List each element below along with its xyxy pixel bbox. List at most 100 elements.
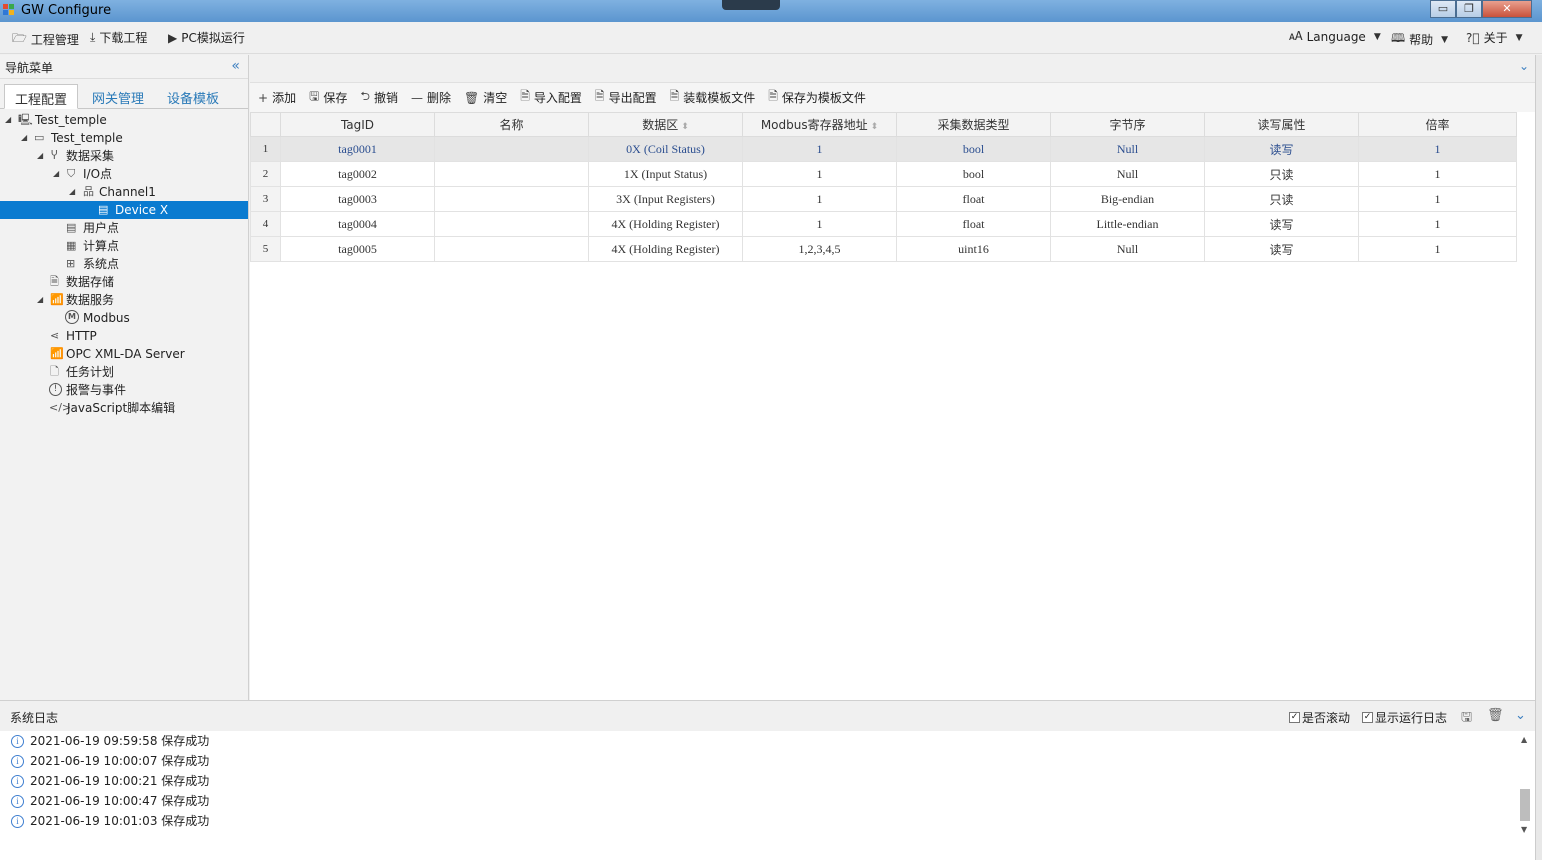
cell-tagid[interactable]: tag0001 <box>280 136 435 162</box>
cell-data-type[interactable]: float <box>896 186 1051 212</box>
tree-item-alarms[interactable]: ! 报警与事件 <box>0 381 248 399</box>
table-row[interactable]: 3 tag0003 3X (Input Registers) 1 float B… <box>250 186 1517 212</box>
close-button[interactable]: ✕ <box>1482 0 1532 18</box>
cell-tagid[interactable]: tag0003 <box>280 186 435 212</box>
col-header-modbus-address[interactable]: Modbus寄存器地址 ⬍ <box>742 112 897 137</box>
cell-multiplier[interactable]: 1 <box>1358 236 1517 262</box>
undo-button[interactable]: ⮌ 撤销 <box>360 87 398 108</box>
tree-item-project-root[interactable]: ◢ 🖳 Test_temple <box>0 111 248 129</box>
window-scrollbar[interactable] <box>1535 55 1542 860</box>
cell-name[interactable] <box>434 211 589 237</box>
tree-item-modbus[interactable]: M Modbus <box>0 309 248 327</box>
expand-arrow-icon[interactable]: ◢ <box>53 165 59 183</box>
menu-download[interactable]: ⤓ 下载工程 <box>90 29 147 46</box>
cell-tagid[interactable]: tag0005 <box>280 236 435 262</box>
scroll-thumb[interactable] <box>1520 789 1530 821</box>
table-row[interactable]: 1 tag0001 0X (Coil Status) 1 bool Null 读… <box>250 136 1517 162</box>
cell-access[interactable]: 读写 <box>1204 236 1359 262</box>
cell-data-type[interactable]: uint16 <box>896 236 1051 262</box>
cell-modbus-address[interactable]: 1 <box>742 211 897 237</box>
tree-item-gateway[interactable]: ◢ ▭ Test_temple <box>0 129 248 147</box>
collapse-down-icon[interactable]: ⌄ <box>1515 708 1526 723</box>
tree-item-data-storage[interactable]: 🗎 数据存储 <box>0 273 248 291</box>
add-button[interactable]: + 添加 <box>258 89 296 106</box>
tree-item-channel1[interactable]: ◢ 品 Channel1 <box>0 183 248 201</box>
cell-access[interactable]: 只读 <box>1204 161 1359 187</box>
expand-arrow-icon[interactable]: ◢ <box>37 147 43 165</box>
scroll-up-icon[interactable]: ▲ <box>1521 735 1527 744</box>
cell-data-area[interactable]: 4X (Holding Register) <box>588 236 743 262</box>
cell-data-type[interactable]: bool <box>896 161 1051 187</box>
tree-item-task-schedule[interactable]: 🗋 任务计划 <box>0 363 248 381</box>
tree-item-http[interactable]: ⋖ HTTP <box>0 327 248 345</box>
load-template-button[interactable]: 🗎 装载模板文件 <box>670 87 756 108</box>
sort-icon[interactable]: ⬍ <box>871 122 879 132</box>
collapse-left-icon[interactable]: « <box>231 58 240 74</box>
import-config-button[interactable]: 🗎 导入配置 <box>520 87 582 108</box>
menu-help[interactable]: 🕮 帮助 ▼ <box>1391 29 1448 50</box>
expand-arrow-icon[interactable]: ◢ <box>37 291 43 309</box>
col-header-tagid[interactable]: TagID <box>280 112 435 137</box>
tree-item-calc-points[interactable]: ▦ 计算点 <box>0 237 248 255</box>
cell-byte-order[interactable]: Little-endian <box>1050 211 1205 237</box>
cell-byte-order[interactable]: Big-endian <box>1050 186 1205 212</box>
col-header-data-area[interactable]: 数据区 ⬍ <box>588 112 743 137</box>
cell-access[interactable]: 读写 <box>1204 211 1359 237</box>
tab-gateway-management[interactable]: 网关管理 <box>82 84 154 109</box>
cell-data-area[interactable]: 1X (Input Status) <box>588 161 743 187</box>
cell-byte-order[interactable]: Null <box>1050 136 1205 162</box>
delete-button[interactable]: — 删除 <box>411 89 451 106</box>
col-header-name[interactable]: 名称 <box>434 112 589 137</box>
show-runtime-log-checkbox[interactable]: ✓ 显示运行日志 <box>1362 709 1447 726</box>
cell-multiplier[interactable]: 1 <box>1358 136 1517 162</box>
col-header-multiplier[interactable]: 倍率 <box>1358 112 1517 137</box>
col-header-access[interactable]: 读写属性 <box>1204 112 1359 137</box>
cell-tagid[interactable]: tag0002 <box>280 161 435 187</box>
cell-data-area[interactable]: 4X (Holding Register) <box>588 211 743 237</box>
menu-about[interactable]: ?⃝ 关于 ▼ <box>1466 29 1523 46</box>
tab-device-template[interactable]: 设备模板 <box>157 84 229 109</box>
sort-icon[interactable]: ⬍ <box>681 122 689 132</box>
tree-item-user-points[interactable]: ▤ 用户点 <box>0 219 248 237</box>
scroll-down-icon[interactable]: ▼ <box>1521 825 1527 834</box>
cell-name[interactable] <box>434 186 589 212</box>
cell-access[interactable]: 读写 <box>1204 136 1359 162</box>
autoscroll-checkbox[interactable]: ✓ 是否滚动 <box>1289 709 1350 726</box>
tree-item-data-collection[interactable]: ◢ Ⴤ 数据采集 <box>0 147 248 165</box>
tree-item-opc[interactable]: 📶 OPC XML-DA Server <box>0 345 248 363</box>
tab-project-config[interactable]: 工程配置 <box>4 84 79 109</box>
cell-multiplier[interactable]: 1 <box>1358 161 1517 187</box>
maximize-button[interactable]: ❐ <box>1456 0 1482 18</box>
cell-modbus-address[interactable]: 1 <box>742 136 897 162</box>
table-row[interactable]: 2 tag0002 1X (Input Status) 1 bool Null … <box>250 161 1517 187</box>
cell-byte-order[interactable]: Null <box>1050 236 1205 262</box>
tree-item-data-service[interactable]: ◢ 📶 数据服务 <box>0 291 248 309</box>
cell-data-type[interactable]: bool <box>896 136 1051 162</box>
clear-button[interactable]: 🗑 清空 <box>464 89 507 106</box>
menu-simulate[interactable]: ▶ PC模拟运行 <box>168 29 245 46</box>
tree-item-device-x[interactable]: ▤ Device X <box>0 201 248 219</box>
cell-name[interactable] <box>434 136 589 162</box>
col-header-byte-order[interactable]: 字节序 <box>1050 112 1205 137</box>
minimize-button[interactable]: ▭ <box>1430 0 1456 18</box>
cell-multiplier[interactable]: 1 <box>1358 186 1517 212</box>
tree-item-io-points[interactable]: ◢ ⛉ I/O点 <box>0 165 248 183</box>
cell-data-type[interactable]: float <box>896 211 1051 237</box>
expand-arrow-icon[interactable]: ◢ <box>69 183 75 201</box>
menu-project[interactable]: 🗁 工程管理 <box>12 29 79 50</box>
col-header-data-type[interactable]: 采集数据类型 <box>896 112 1051 137</box>
cell-data-area[interactable]: 0X (Coil Status) <box>588 136 743 162</box>
expand-arrow-icon[interactable]: ◢ <box>21 129 27 147</box>
cell-access[interactable]: 只读 <box>1204 186 1359 212</box>
checkbox-checked-icon[interactable]: ✓ <box>1362 712 1373 723</box>
tree-item-javascript[interactable]: </> JavaScript脚本编辑 <box>0 399 248 417</box>
cell-name[interactable] <box>434 161 589 187</box>
table-row[interactable]: 4 tag0004 4X (Holding Register) 1 float … <box>250 211 1517 237</box>
tree-item-system-points[interactable]: ⊞ 系统点 <box>0 255 248 273</box>
cell-data-area[interactable]: 3X (Input Registers) <box>588 186 743 212</box>
cell-name[interactable] <box>434 236 589 262</box>
cell-tagid[interactable]: tag0004 <box>280 211 435 237</box>
export-config-button[interactable]: 🗎 导出配置 <box>595 87 657 108</box>
expand-arrow-icon[interactable]: ◢ <box>5 111 11 129</box>
trash-icon[interactable]: 🗑 <box>1487 708 1504 723</box>
